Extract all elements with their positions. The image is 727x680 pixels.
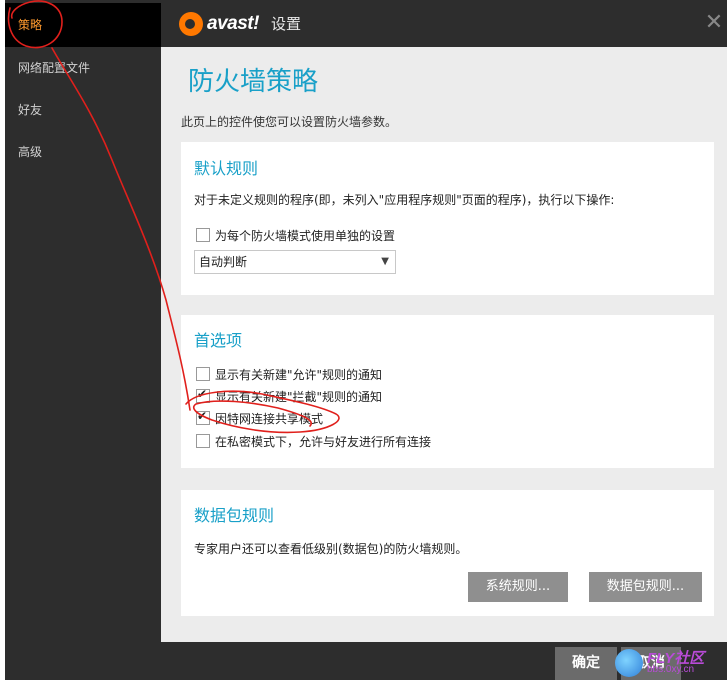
close-icon[interactable]: ✕ — [701, 10, 727, 36]
preference-option[interactable]: 显示有关新建"拦截"规则的通知 — [196, 387, 382, 405]
logo-text: avast! — [207, 13, 259, 34]
avast-logo: avast! — [179, 11, 259, 37]
watermark: FLY社区 bbs.0xy.cn — [613, 645, 723, 679]
default-rules-panel: 默认规则 对于未定义规则的程序(即，未列入"应用程序规则"页面的程序)，执行以下… — [181, 142, 714, 295]
preference-option[interactable]: 显示有关新建"允许"规则的通知 — [196, 365, 382, 383]
window-title: 设置 — [271, 15, 302, 33]
default-rules-description: 对于未定义规则的程序(即，未列入"应用程序规则"页面的程序)，执行以下操作: — [194, 193, 615, 207]
sidebar-item-policy[interactable]: 策略 — [5, 3, 161, 47]
watermark-url: bbs.0xy.cn — [647, 664, 695, 675]
separate-settings-label: 为每个防火墙模式使用单独的设置 — [215, 228, 396, 243]
sidebar-item-network-profiles[interactable]: 网络配置文件 — [5, 46, 161, 90]
sidebar-item-friends[interactable]: 好友 — [5, 88, 161, 132]
preference-label: 在私密模式下，允许与好友进行所有连接 — [215, 434, 432, 449]
preference-label: 因特网连接共享模式 — [215, 411, 324, 426]
separate-settings-checkbox[interactable] — [196, 228, 210, 242]
preference-checkbox[interactable] — [196, 434, 210, 448]
main-content: 防火墙策略 此页上的控件使您可以设置防火墙参数。 默认规则 对于未定义规则的程序… — [161, 47, 727, 642]
separate-settings-option[interactable]: 为每个防火墙模式使用单独的设置 — [196, 226, 395, 244]
preference-label: 显示有关新建"拦截"规则的通知 — [215, 389, 383, 404]
packet-rules-button[interactable]: 数据包规则... — [589, 572, 702, 602]
footer-bar: 确定 取消 FLY社区 bbs.0xy.cn — [161, 642, 727, 680]
ok-button[interactable]: 确定 — [555, 647, 617, 680]
chevron-down-icon: ▼ — [381, 256, 389, 267]
packet-rules-title: 数据包规则 — [194, 506, 275, 525]
sidebar: 策略 网络配置文件 好友 高级 — [5, 0, 161, 680]
watermark-logo-icon — [615, 649, 643, 677]
preference-option[interactable]: 因特网连接共享模式 — [196, 409, 323, 427]
default-action-select[interactable]: 自动判断 ▼ — [194, 250, 396, 274]
packet-rules-panel: 数据包规则 专家用户还可以查看低级别(数据包)的防火墙规则。 系统规则... 数… — [181, 490, 714, 616]
page-description: 此页上的控件使您可以设置防火墙参数。 — [181, 115, 398, 129]
page-title: 防火墙策略 — [188, 67, 319, 97]
preference-label: 显示有关新建"允许"规则的通知 — [215, 367, 383, 382]
preference-option[interactable]: 在私密模式下，允许与好友进行所有连接 — [196, 432, 431, 450]
sidebar-item-advanced[interactable]: 高级 — [5, 130, 161, 174]
default-action-value: 自动判断 — [199, 255, 248, 269]
preference-checkbox[interactable] — [196, 367, 210, 381]
preferences-title: 首选项 — [194, 331, 243, 350]
title-bar: avast! 设置 ✕ — [161, 0, 727, 47]
avast-ball-icon — [179, 12, 203, 36]
default-rules-title: 默认规则 — [194, 159, 259, 178]
preferences-panel: 首选项 显示有关新建"允许"规则的通知 显示有关新建"拦截"规则的通知 因特网连… — [181, 315, 714, 468]
preference-checkbox[interactable] — [196, 409, 210, 425]
system-rules-button[interactable]: 系统规则... — [468, 572, 568, 602]
preference-checkbox[interactable] — [196, 387, 210, 403]
packet-rules-description: 专家用户还可以查看低级别(数据包)的防火墙规则。 — [194, 542, 468, 556]
